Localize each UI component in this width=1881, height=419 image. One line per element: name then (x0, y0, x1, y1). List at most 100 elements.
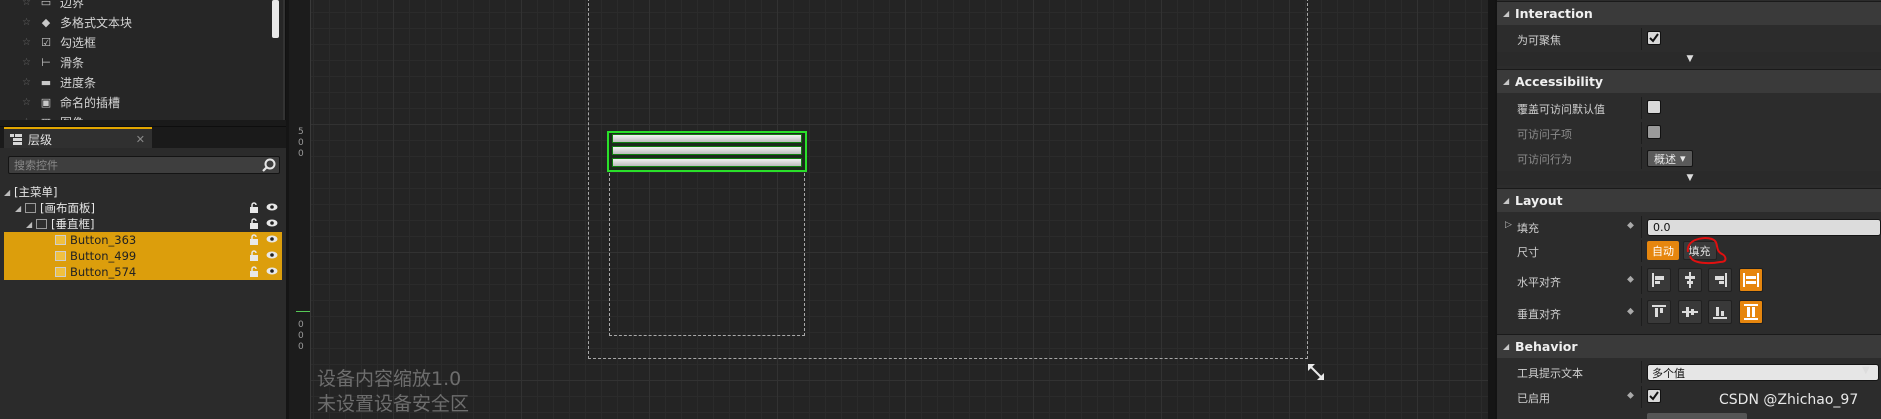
eye-icon[interactable] (266, 201, 278, 216)
tree-item[interactable]: ◢ [画布面板] (4, 200, 282, 216)
lock-icon[interactable] (248, 217, 260, 232)
section-title: Layout (1515, 193, 1563, 208)
tab-hierarchy[interactable]: 层级 ✕ (4, 127, 152, 149)
align-center-icon (1684, 272, 1695, 288)
size-auto-button[interactable]: 自动 (1647, 241, 1679, 260)
column-divider (1641, 298, 1642, 326)
widget-palette: ☆ ▨ 图像 ☆ ▣ 命名的插槽 ☆ ▬ 进度条 ☆ ⊢ 滑条 ☆ ☑ 勾选框 ☆ ◆ 多格式文本块 ☆ ▭ 边界 (0, 0, 286, 120)
selected-buttons[interactable] (607, 131, 807, 172)
override-access-row: 覆盖可访问默认值 (1497, 97, 1881, 119)
favorite-star-icon[interactable]: ☆ (22, 17, 32, 28)
advanced-expander[interactable]: ▼ (1497, 52, 1881, 66)
align-bottom-button[interactable] (1708, 300, 1732, 324)
eye-icon[interactable] (266, 217, 278, 232)
favorite-star-icon[interactable]: ☆ (22, 117, 32, 121)
align-bottom-icon (1713, 307, 1727, 319)
expand-arrow-icon[interactable]: ◢ (26, 220, 36, 229)
align-middle-button[interactable] (1677, 300, 1702, 324)
palette-item[interactable]: ☆ ▣ 命名的插槽 (22, 92, 120, 112)
reset-icon[interactable]: ⬥ (1627, 220, 1634, 231)
button-499-preview[interactable] (612, 146, 802, 155)
palette-item[interactable]: ☆ ☑ 勾选框 (22, 32, 96, 52)
favorite-star-icon[interactable]: ☆ (22, 77, 32, 88)
chevron-down-icon[interactable]: ▼ (1862, 365, 1870, 376)
ruler-marker (296, 311, 310, 312)
column-divider (1641, 240, 1642, 262)
collapse-arrow-icon: ◢ (1503, 196, 1510, 205)
section-layout[interactable]: ◢ Layout (1497, 188, 1881, 212)
tree-item-label: Button_499 (70, 249, 137, 263)
section-interaction[interactable]: ◢ Interaction (1497, 1, 1881, 25)
tooltip-row: 工具提示文本 多个值 ▼ (1497, 361, 1881, 383)
enabled-label: 已启用 (1517, 392, 1550, 405)
expand-arrow-icon[interactable]: ◢ (15, 204, 25, 213)
tree-item[interactable]: Button_363 (4, 232, 282, 248)
button-363-preview[interactable] (612, 134, 802, 143)
eye-icon[interactable] (266, 233, 278, 248)
tooltip-field[interactable]: 多个值 (1647, 364, 1879, 381)
palette-item[interactable]: ☆ ⊢ 滑条 (22, 52, 84, 72)
watermark: CSDN @Zhichao_97 (1719, 392, 1859, 408)
section-accessibility[interactable]: ◢ Accessibility (1497, 69, 1881, 93)
access-behavior-dropdown[interactable]: 概述 ▾ (1647, 150, 1693, 167)
tree-item[interactable]: ◢ [主菜单] (4, 184, 282, 200)
align-center-button[interactable] (1677, 268, 1702, 292)
focusable-checkbox[interactable] (1647, 31, 1661, 45)
ruler-number: 0 (298, 138, 304, 148)
collapse-arrow-icon: ◢ (1503, 9, 1510, 18)
close-icon[interactable]: ✕ (136, 133, 145, 146)
reset-icon[interactable]: ⬥ (1627, 274, 1634, 285)
align-left-button[interactable] (1647, 268, 1671, 292)
lock-icon[interactable] (248, 265, 260, 280)
collapse-arrow-icon: ◢ (1503, 342, 1510, 351)
tree-item[interactable]: Button_499 (4, 248, 282, 264)
eye-icon[interactable] (266, 249, 278, 264)
resize-handle-icon[interactable] (1306, 362, 1326, 382)
tree-item[interactable]: Button_574 (4, 264, 282, 280)
halign-label: 水平对齐 (1517, 276, 1561, 289)
lock-icon[interactable] (248, 249, 260, 264)
hierarchy-search[interactable] (8, 156, 280, 174)
align-fill-button[interactable] (1738, 268, 1763, 292)
column-divider (1641, 122, 1642, 144)
favorite-star-icon[interactable]: ☆ (22, 37, 32, 48)
align-fill-v-button[interactable] (1738, 300, 1763, 324)
padding-field[interactable]: 0.0 (1647, 219, 1881, 236)
favorite-star-icon[interactable]: ☆ (22, 57, 32, 68)
palette-scrollbar[interactable] (272, 0, 279, 38)
column-divider (1641, 266, 1642, 294)
reset-icon[interactable]: ⬥ (1627, 390, 1634, 401)
search-icon[interactable] (262, 158, 276, 172)
align-right-button[interactable] (1708, 268, 1732, 292)
checkmark-icon (1649, 33, 1659, 43)
reset-icon[interactable]: ⬥ (1627, 306, 1634, 317)
widget-icon (55, 267, 66, 277)
override-access-checkbox[interactable] (1647, 100, 1661, 114)
slider-icon: ⊢ (41, 55, 51, 69)
section-behavior[interactable]: ◢ Behavior (1497, 334, 1881, 358)
expand-arrow-icon[interactable]: ▷ (1505, 220, 1512, 230)
align-top-button[interactable] (1647, 300, 1671, 324)
palette-item[interactable]: ☆ ▬ 进度条 (22, 72, 96, 92)
lock-icon[interactable] (248, 233, 260, 248)
expand-arrow-icon[interactable]: ◢ (4, 188, 14, 197)
favorite-star-icon[interactable]: ☆ (22, 0, 32, 8)
advanced-expander[interactable]: ▼ (1497, 171, 1881, 185)
favorite-star-icon[interactable]: ☆ (22, 97, 32, 108)
valign-row: 垂直对齐 ⬥ (1497, 298, 1881, 326)
palette-item[interactable]: ☆ ◆ 多格式文本块 (22, 12, 132, 32)
enabled-checkbox[interactable] (1647, 389, 1661, 403)
palette-item[interactable]: ☆ ▨ 图像 (22, 112, 84, 121)
eye-icon[interactable] (266, 265, 278, 280)
palette-item-label: 命名的插槽 (60, 95, 121, 110)
section-title: Behavior (1515, 339, 1578, 354)
palette-scroll-track[interactable] (283, 0, 285, 120)
button-574-preview[interactable] (612, 158, 802, 167)
tree-item[interactable]: ◢ [垂直框] (4, 216, 282, 232)
hierarchy-body: ◢[主菜单]◢[画布面板]◢[垂直框]Button_363Button_499B… (0, 148, 286, 419)
lock-icon[interactable] (248, 201, 260, 216)
progressbar-icon: ▬ (40, 75, 52, 89)
palette-item[interactable]: ☆ ▭ 边界 (22, 0, 84, 12)
details-panel: ◢ Interaction 为可聚焦 ▼ ◢ Accessibility 覆盖可… (1495, 0, 1881, 419)
search-input[interactable] (9, 157, 249, 173)
